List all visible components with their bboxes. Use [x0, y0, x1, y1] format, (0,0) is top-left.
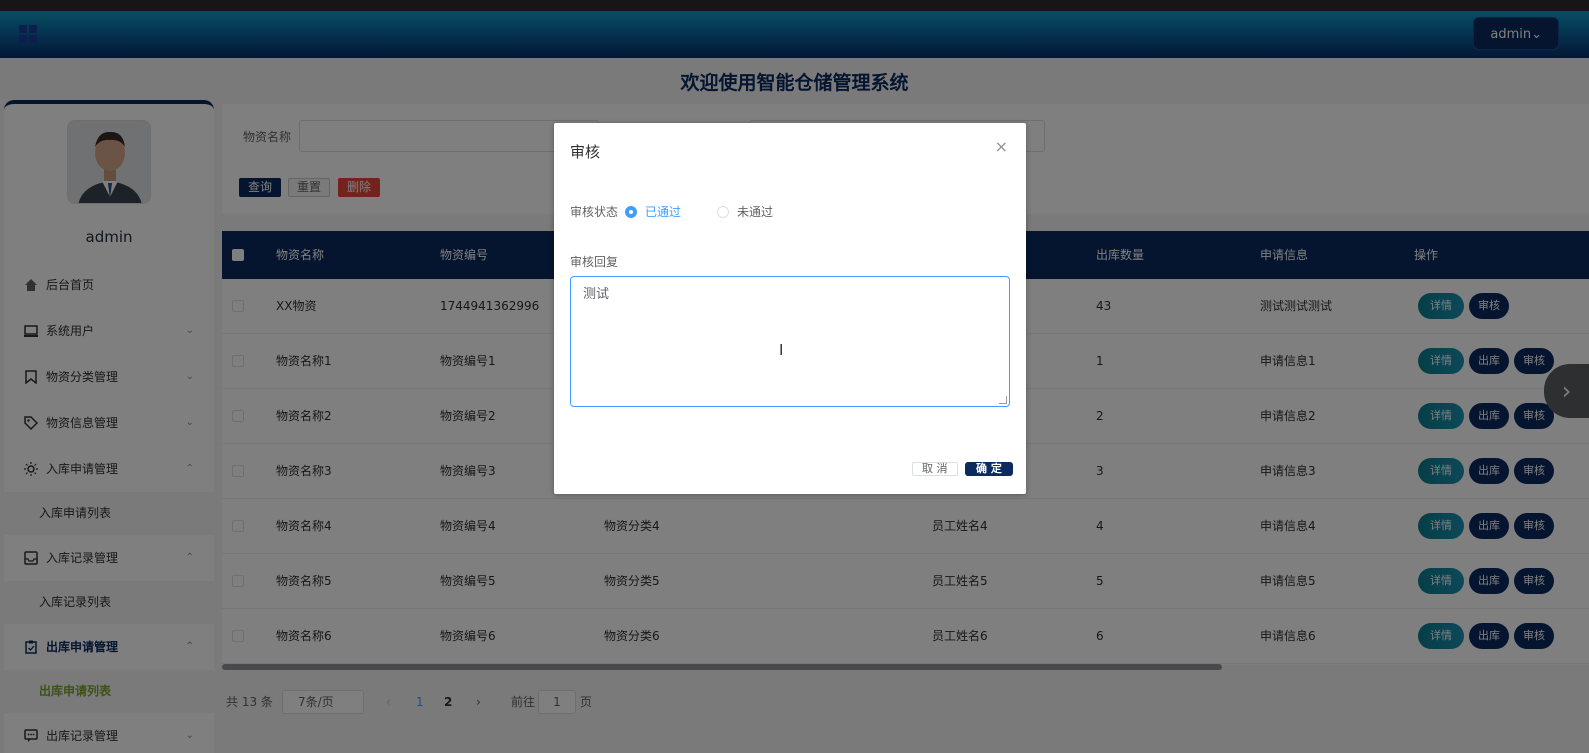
text-cursor-icon: I: [779, 341, 784, 359]
confirm-button[interactable]: 确 定: [965, 462, 1013, 476]
review-dialog: 审核 × 审核状态 已通过 未通过 审核回复 测试 I 取 消 确 定: [554, 123, 1026, 494]
radio-unchecked-icon: [717, 206, 729, 218]
review-status-label: 审核状态: [570, 205, 619, 219]
close-icon[interactable]: ×: [995, 137, 1008, 156]
resize-handle-icon[interactable]: [999, 396, 1007, 404]
cancel-button[interactable]: 取 消: [912, 462, 958, 476]
review-reply-value: 测试: [583, 287, 610, 302]
dialog-title: 审核: [570, 143, 601, 161]
radio-approved[interactable]: 已通过: [625, 203, 681, 220]
radio-checked-icon: [625, 206, 637, 218]
review-reply-textarea[interactable]: 测试 I: [570, 276, 1010, 407]
radio-approved-label: 已通过: [645, 205, 682, 219]
radio-rejected[interactable]: 未通过: [717, 203, 773, 220]
review-reply-label: 审核回复: [570, 255, 619, 269]
radio-rejected-label: 未通过: [737, 205, 774, 219]
